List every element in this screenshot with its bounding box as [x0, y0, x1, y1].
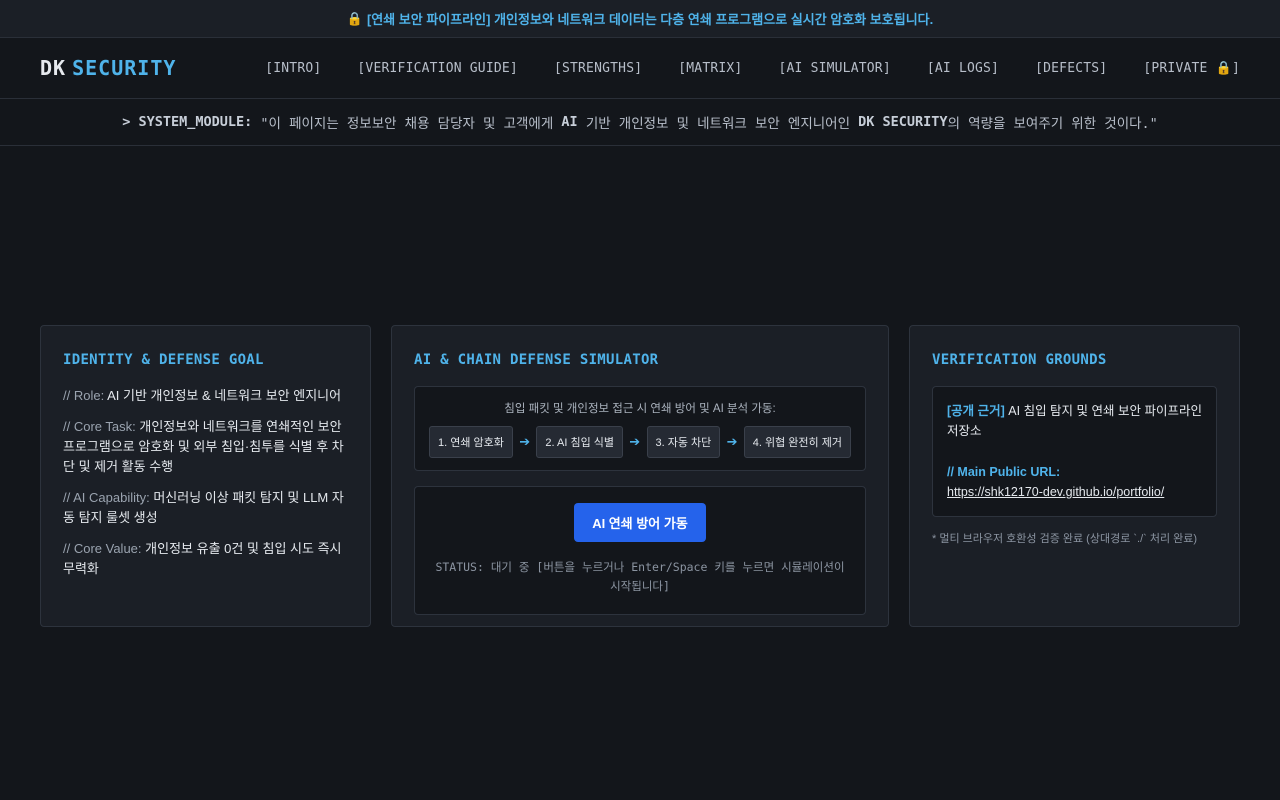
goal-key: // Core Value: [63, 541, 142, 556]
system-module-text-1: "이 페이지는 정보보안 채용 담당자 및 고객에게 [260, 116, 554, 132]
goal-key: // Role: [63, 388, 105, 403]
nav-ai-simulator[interactable]: [AI SIMULATOR] [778, 61, 890, 76]
goal-ai-capability: // AI Capability: 머신러닝 이상 패킷 탐지 및 LLM 자동… [63, 488, 348, 528]
goal-value: AI 기반 개인정보 & 네트워크 보안 엔지니어 [107, 388, 342, 403]
nav-defects[interactable]: [DEFECTS] [1035, 61, 1107, 76]
identity-card: IDENTITY & DEFENSE GOAL // Role: AI 기반 개… [40, 325, 371, 627]
arrow-right-icon: ➔ [519, 434, 531, 449]
simulator-card: AI & CHAIN DEFENSE SIMULATOR 침입 패킷 및 개인정… [391, 325, 889, 627]
grounds-panel: [공개 근거] AI 침입 탐지 및 연쇄 보안 파이프라인 저장소 // Ma… [932, 386, 1217, 517]
system-module-bold-1: AI [561, 114, 578, 130]
defense-flow-panel: 침입 패킷 및 개인정보 접근 시 연쇄 방어 및 AI 분석 가동: 1. 연… [414, 386, 866, 471]
public-evidence-tag: [공개 근거] [947, 404, 1005, 418]
system-module-text-3: 의 역량을 보여주기 위한 것이다." [947, 116, 1158, 132]
compat-note: * 멀티 브라우저 호환성 검증 완료 (상대경로 `./` 처리 완료) [932, 533, 1198, 545]
repo-line: [공개 근거] AI 침입 탐지 및 연쇄 보안 파이프라인 저장소 [947, 401, 1202, 441]
system-module-text-2: 기반 개인정보 및 네트워크 보안 엔지니어인 [585, 116, 851, 132]
top-navigation: DK SECURITY [INTRO] [VERIFICATION GUIDE] … [0, 38, 1280, 99]
identity-title: IDENTITY & DEFENSE GOAL [63, 352, 264, 368]
logo-dk: DK [40, 56, 67, 80]
run-defense-button[interactable]: AI 연쇄 방어 가동 [574, 503, 706, 542]
goal-key: // Core Task: [63, 419, 136, 434]
arrow-right-icon: ➔ [726, 434, 738, 449]
step-encrypt: 1. 연쇄 암호화 [429, 426, 513, 458]
system-module-bold-2: DK SECURITY [858, 114, 948, 130]
simulator-title: AI & CHAIN DEFENSE SIMULATOR [414, 352, 659, 368]
nav-menu: [INTRO] [VERIFICATION GUIDE] [STRENGTHS]… [265, 61, 1240, 76]
simulator-panel: AI 연쇄 방어 가동 STATUS: 대기 중 [버튼을 누르거나 Enter… [414, 486, 866, 615]
goal-core-task: // Core Task: 개인정보와 네트워크를 연쇄적인 보안프로그램으로 … [63, 417, 348, 477]
nav-ai-logs[interactable]: [AI LOGS] [927, 61, 999, 76]
nav-matrix[interactable]: [MATRIX] [678, 61, 742, 76]
flow-caption: 침입 패킷 및 개인정보 접근 시 연쇄 방어 및 AI 분석 가동: [504, 403, 776, 415]
step-remove-threat: 4. 위협 완전히 제거 [743, 426, 851, 458]
nav-strengths[interactable]: [STRENGTHS] [554, 61, 642, 76]
top-banner: 🔒 [연쇄 보안 파이프라인] 개인정보와 네트워크 데이터는 다층 연쇄 프로… [0, 0, 1280, 38]
simulator-status: STATUS: 대기 중 [버튼을 누르거나 Enter/Space 키를 누르… [435, 560, 845, 593]
nav-verification-guide[interactable]: [VERIFICATION GUIDE] [357, 61, 518, 76]
system-module-prefix: > SYSTEM_MODULE: [122, 114, 253, 130]
arrow-right-icon: ➔ [629, 434, 641, 449]
nav-intro[interactable]: [INTRO] [265, 61, 321, 76]
step-ai-identify: 2. AI 침입 식별 [536, 426, 623, 458]
logo-security: SECURITY [72, 56, 177, 80]
goal-key: // AI Capability: [63, 490, 150, 505]
logo[interactable]: DK SECURITY [40, 56, 176, 80]
verification-title: VERIFICATION GROUNDS [932, 352, 1107, 368]
goal-core-value: // Core Value: 개인정보 유출 0건 및 침입 시도 즉시 무력화 [63, 539, 348, 579]
lock-icon: 🔒 [346, 10, 363, 26]
step-auto-block: 3. 자동 차단 [646, 426, 721, 458]
goal-role: // Role: AI 기반 개인정보 & 네트워크 보안 엔지니어 [63, 386, 348, 406]
system-module-line: > SYSTEM_MODULE: "이 페이지는 정보보안 채용 담당자 및 고… [0, 99, 1280, 146]
banner-text: [연쇄 보안 파이프라인] 개인정보와 네트워크 데이터는 다층 연쇄 프로그램… [366, 12, 934, 27]
main-url-label: // Main Public URL: [947, 465, 1061, 479]
flow-steps: 1. 연쇄 암호화 ➔ 2. AI 침입 식별 ➔ 3. 자동 차단 ➔ 4. … [429, 426, 851, 458]
main-public-url-link[interactable]: https://shk12170-dev.github.io/portfolio… [947, 485, 1164, 499]
verification-card: VERIFICATION GROUNDS [공개 근거] AI 침입 탐지 및 … [909, 325, 1240, 627]
cards-row: IDENTITY & DEFENSE GOAL // Role: AI 기반 개… [40, 325, 1240, 627]
nav-private[interactable]: [PRIVATE 🔒] [1143, 61, 1240, 76]
